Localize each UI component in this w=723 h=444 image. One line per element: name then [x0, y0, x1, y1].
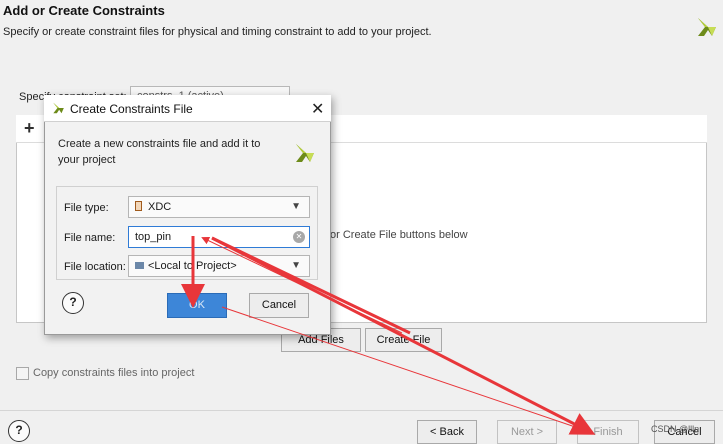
- annotation-line-ok-finish: [221, 306, 591, 433]
- annotation-overlay: [181, 236, 596, 435]
- annotation-arrow-finish: [211, 236, 596, 435]
